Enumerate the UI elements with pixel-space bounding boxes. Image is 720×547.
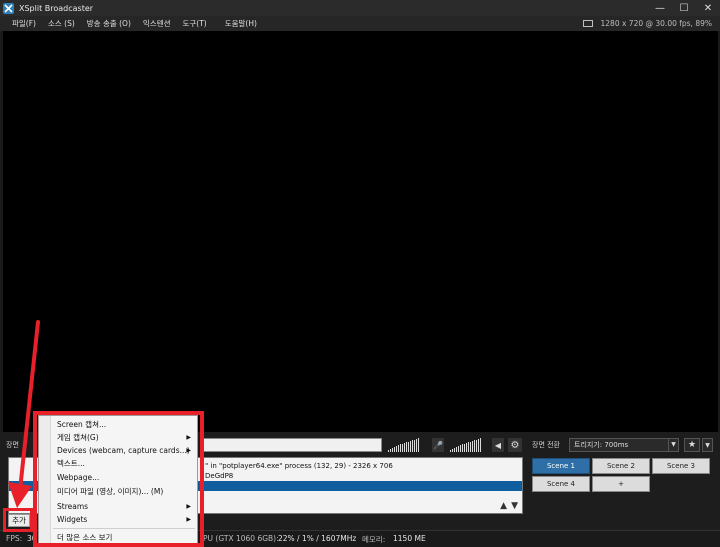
reorder-controls: ▲ ▼ (500, 501, 518, 511)
menu-item-widgets[interactable]: Widgets (57, 513, 87, 526)
fps-label: FPS: (6, 534, 23, 543)
gear-icon[interactable]: ⚙ (508, 438, 522, 452)
gpu-value: 22% / 1% / 1607MHz (278, 534, 357, 543)
menu-extensions[interactable]: 익스텐션 (137, 18, 177, 29)
transition-select[interactable]: 트리지기: 700ms ▼ (569, 438, 679, 452)
speaker-volume-meter[interactable] (450, 438, 481, 452)
minimize-icon[interactable]: — (648, 0, 672, 16)
menu-item-more-sources[interactable]: 더 많은 소스 보기 (57, 531, 112, 544)
menu-item-webpage[interactable]: Webpage... (57, 471, 99, 484)
menu-item-screen-capture[interactable]: Screen 캡쳐... (57, 418, 106, 431)
menu-help[interactable]: 도움말(H) (219, 18, 263, 29)
move-down-icon[interactable]: ▼ (511, 501, 518, 511)
menu-item-game-capture[interactable]: 게임 캡쳐(G) (57, 431, 99, 444)
speaker-icon[interactable]: ◀ (492, 438, 504, 452)
xsplit-logo-icon (3, 2, 14, 14)
menu-file[interactable]: 파일(F) (6, 18, 42, 29)
fps-value: 30 (27, 534, 37, 543)
mic-volume-meter[interactable] (388, 438, 419, 452)
scene-3-button[interactable]: Scene 3 (652, 458, 710, 474)
resolution-text: 1280 x 720 @ 30.00 fps, 89% (600, 19, 712, 28)
add-source-button[interactable]: 추가 (8, 514, 30, 527)
menu-separator (53, 528, 195, 529)
menu-item-devices[interactable]: Devices (webcam, capture cards...) (57, 444, 190, 457)
menu-item-text[interactable]: 텍스트... (57, 457, 85, 470)
scene-name-field[interactable] (200, 438, 382, 452)
window-title: XSplit Broadcaster (19, 3, 94, 13)
title-bar: XSplit Broadcaster — ☐ ✕ (0, 0, 720, 16)
menu-item-media-file[interactable]: 미디어 파일 (영상, 이미지)... (M) (57, 485, 163, 498)
window-controls: — ☐ ✕ (648, 0, 720, 16)
star-icon[interactable]: ★ (684, 438, 700, 452)
preview-canvas[interactable] (3, 31, 718, 432)
chevron-right-icon: ▶ (186, 434, 191, 441)
transition-value: 트리지기: 700ms (574, 441, 629, 449)
gpu-label: PU (GTX 1060 6GB): (203, 534, 279, 543)
chevron-down-icon[interactable]: ▼ (702, 438, 713, 452)
move-up-icon[interactable]: ▲ (500, 501, 507, 511)
resolution-info[interactable]: 1280 x 720 @ 30.00 fps, 89% (582, 16, 712, 31)
menu-broadcast[interactable]: 방송 송출 (O) (81, 18, 137, 29)
scene-1-button[interactable]: Scene 1 (532, 458, 590, 474)
add-source-context-menu: Screen 캡쳐... 게임 캡쳐(G) ▶ Devices (webcam,… (38, 415, 198, 545)
menu-tools[interactable]: 도구(T) (177, 18, 213, 29)
chevron-right-icon: ▶ (186, 503, 191, 510)
chevron-right-icon: ▶ (186, 516, 191, 523)
scene-label: 장면 (6, 441, 19, 449)
chevron-right-icon: ▶ (186, 447, 191, 454)
microphone-icon[interactable]: 🎤 (432, 438, 444, 452)
menu-item-streams[interactable]: Streams (57, 500, 88, 513)
menu-bar: 파일(F) 소스 (S) 방송 송출 (O) 익스텐션 도구(T) 도움말(H)… (0, 16, 720, 31)
add-scene-button[interactable]: + (592, 476, 650, 492)
monitor-icon (582, 20, 593, 27)
memory-label: 메모리: (362, 535, 386, 544)
scene-transition-label: 장면 전환 (532, 441, 560, 449)
chevron-down-icon: ▼ (668, 439, 678, 451)
menu-source[interactable]: 소스 (S) (42, 18, 81, 29)
memory-value: 1150 ME (393, 534, 426, 543)
close-icon[interactable]: ✕ (696, 0, 720, 16)
scene-4-button[interactable]: Scene 4 (532, 476, 590, 492)
maximize-icon[interactable]: ☐ (672, 0, 696, 16)
scene-2-button[interactable]: Scene 2 (592, 458, 650, 474)
